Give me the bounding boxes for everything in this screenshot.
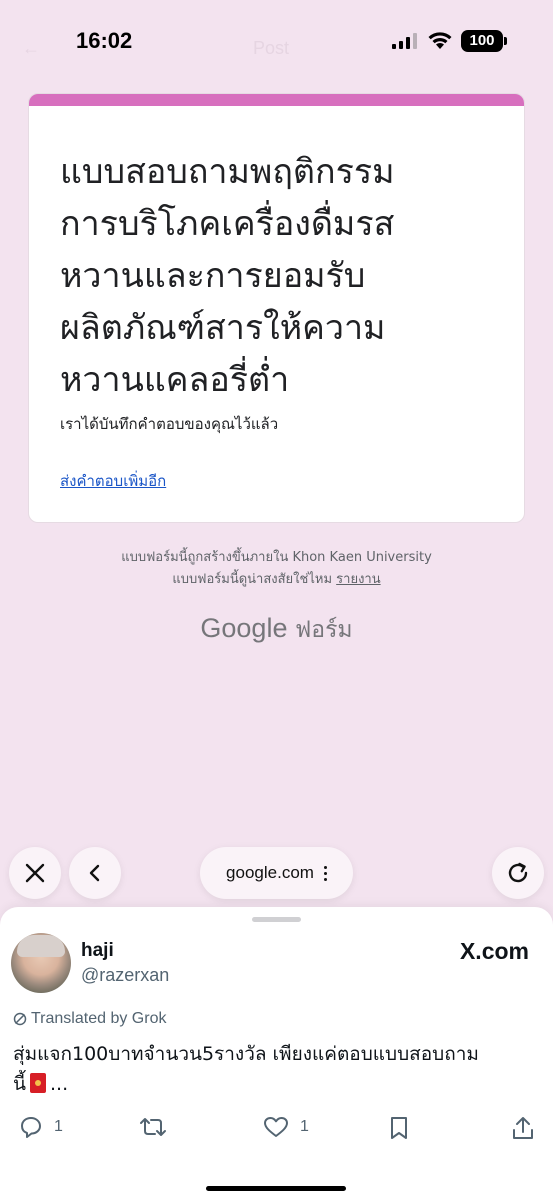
sheet-grabber[interactable] [252,917,301,922]
google-wordmark: Google [200,613,288,643]
bookmark-button[interactable] [388,1115,410,1141]
form-title-line: ผลิตภัณฑ์สารให้ความ [60,308,386,348]
url-text: google.com [226,863,314,882]
form-confirmation-card: แบบสอบถามพฤติกรรม การบริโภคเครื่องดื่มรส… [28,93,525,523]
like-count: 1 [300,1118,309,1135]
tweet-text-ellipsis: ... [50,1073,69,1095]
share-button[interactable] [511,1115,535,1141]
card-accent-bar [29,94,524,106]
cellular-signal-icon [392,33,417,49]
tweet-text[interactable]: สุ่มแจก100บาทจำนวน5รางวัล เพียงแค่ตอบแบบ… [13,1039,543,1099]
back-button[interactable] [69,847,121,899]
close-browser-button[interactable] [9,847,61,899]
reply-count: 1 [54,1118,63,1135]
tweet-sheet: haji @razerxan X.com Translated by Grok … [0,907,553,1200]
translated-label: Translated by Grok [13,1010,166,1028]
status-time: 16:02 [76,28,133,53]
reload-icon [508,862,528,883]
form-title-line: การบริโภคเครื่องดื่มรส [60,204,395,244]
chevron-left-icon [89,864,100,882]
confirmation-message: เราได้บันทึกคำตอบของคุณไว้แล้ว [60,415,279,433]
form-footer-created: แบบฟอร์มนี้ถูกสร้างขึ้นภายใน Khon Kaen U… [121,550,432,565]
more-options-icon[interactable] [323,865,327,881]
grok-icon [13,1012,27,1026]
close-icon [25,863,45,883]
reply-icon [21,1117,41,1138]
tweet-actions: 1 1 [0,1115,553,1145]
faded-page-title: Post [253,38,290,58]
form-title-line: หวานและการยอมรับ [60,256,366,296]
battery-icon: 100 [461,30,507,52]
avatar[interactable] [11,933,71,993]
footer-suspicious-text: แบบฟอร์มนี้ดูน่าสงสัยใช่ไหม [172,572,333,587]
home-indicator [206,1186,346,1191]
form-title-line: หวานแคลอรี่ต่ำ [60,360,290,400]
share-icon [513,1117,533,1139]
wifi-icon [428,32,452,49]
tweet-author-handle[interactable]: @razerxan [81,965,169,986]
like-button[interactable]: 1 [262,1115,309,1139]
repost-button[interactable] [138,1115,168,1139]
form-title: แบบสอบถามพฤติกรรม การบริโภคเครื่องดื่มรส… [60,146,500,406]
tweet-text-line-2: นี้... [13,1069,543,1099]
repost-icon [140,1118,166,1136]
status-bar: 16:02 ← Post 100 [0,0,553,84]
reload-button[interactable] [492,847,544,899]
form-title-line: แบบสอบถามพฤติกรรม [60,152,395,192]
red-envelope-icon [30,1073,46,1093]
submit-another-response-link[interactable]: ส่งคำตอบเพิ่มอีก [60,469,166,493]
reply-button[interactable]: 1 [18,1115,63,1139]
x-com-logo[interactable]: X.com [460,938,529,965]
tweet-author-name[interactable]: haji [81,940,114,962]
tweet-text-word: นี้ [13,1073,26,1095]
forms-wordmark: ฟอร์ม [294,617,353,643]
url-bar[interactable]: google.com [200,847,353,899]
bookmark-icon [391,1117,407,1139]
google-forms-logo: Google ฟอร์ม [0,612,553,648]
form-footer-report: แบบฟอร์มนี้ดูน่าสงสัยใช่ไหม รายงาน [0,568,553,589]
heart-icon [264,1117,288,1137]
report-link[interactable]: รายงาน [336,572,380,587]
faded-back-arrow-icon: ← [22,38,40,58]
tweet-text-line: สุ่มแจก100บาทจำนวน5รางวัล เพียงแค่ตอบแบบ… [13,1043,479,1065]
translated-text: Translated by Grok [31,1010,167,1027]
